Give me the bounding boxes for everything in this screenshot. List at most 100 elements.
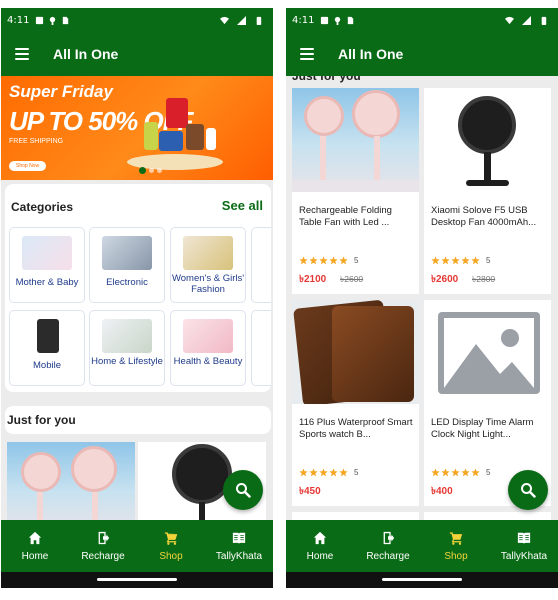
search-icon <box>521 483 536 498</box>
star-rating: 5 <box>299 256 358 265</box>
product-old-price: ৳2800 <box>472 274 496 284</box>
signal-icon <box>237 15 246 25</box>
status-bar: 4:11 <box>286 8 558 32</box>
banner-title: Super Friday <box>9 82 113 101</box>
star-icon <box>329 256 338 265</box>
product-price: ৳2600 <box>431 274 459 285</box>
category-label: Health & Beauty <box>173 356 243 367</box>
category-home-lifestyle[interactable]: Home & Lifestyle <box>89 310 165 386</box>
category-electronic[interactable]: Electronic <box>89 227 165 303</box>
product-card[interactable]: Rechargeable Folding Table Fan with Led … <box>292 88 419 294</box>
status-time: 4:11 <box>292 14 315 26</box>
home-content[interactable]: Super Friday UP TO 50% OFF FREE SHIPPING… <box>1 76 273 526</box>
carousel-indicator[interactable] <box>139 167 162 174</box>
product-image-leather-case <box>292 300 419 404</box>
sim-icon <box>63 16 69 24</box>
category-fashion[interactable]: Women's & Girls' Fashion <box>170 227 246 303</box>
product-image-pink-fan[interactable] <box>7 442 135 526</box>
health-beauty-image <box>183 319 233 353</box>
category-label: Mother & Baby <box>15 277 79 288</box>
nav-label: Shop <box>159 550 183 562</box>
star-icon <box>471 256 480 265</box>
sim-icon <box>348 16 354 24</box>
book-icon <box>232 532 246 544</box>
bottle-image <box>144 122 158 150</box>
star-icon <box>441 256 450 265</box>
star-icon <box>431 468 440 477</box>
home-lifestyle-image <box>102 319 152 353</box>
product-name: Xiaomi Solove F5 USB Desktop Fan 4000mAh… <box>431 205 537 228</box>
category-health-beauty[interactable]: Health & Beauty <box>170 310 246 386</box>
product-name: 116 Plus Waterproof Smart Sports watch B… <box>299 417 413 440</box>
search-icon <box>236 483 251 498</box>
product-card[interactable]: Xiaomi Solove F5 USB Desktop Fan 4000mAh… <box>424 88 551 294</box>
nav-tallykhata[interactable]: TallyKhata <box>205 520 273 572</box>
just-for-you-heading: Just for you <box>292 76 361 83</box>
product-feed[interactable]: Just for you Rechargeable Folding Table … <box>286 76 558 520</box>
battery-icon <box>541 16 547 25</box>
home-icon <box>313 531 327 544</box>
nav-recharge[interactable]: Recharge <box>69 520 137 572</box>
categories-card: Categories See all Mother & Baby Electro… <box>5 184 271 392</box>
gesture-bar <box>1 572 273 588</box>
nav-recharge[interactable]: Recharge <box>354 520 422 572</box>
star-icon <box>441 468 450 477</box>
rating-value: 5 <box>354 256 359 265</box>
star-icon <box>461 468 470 477</box>
recharge-icon <box>383 531 395 544</box>
product-old-price: ৳2600 <box>340 274 364 284</box>
fashion-image <box>183 236 233 270</box>
search-fab[interactable] <box>223 470 263 510</box>
search-fab[interactable] <box>508 470 548 510</box>
category-partial[interactable] <box>251 227 271 303</box>
rating-value: 5 <box>486 256 491 265</box>
star-rating: 5 <box>431 256 490 265</box>
nav-home[interactable]: Home <box>286 520 354 572</box>
cart-icon <box>164 531 178 545</box>
app-bar: All In One <box>286 32 558 76</box>
rating-value: 5 <box>354 468 359 477</box>
see-all-link[interactable]: See all <box>222 198 263 213</box>
nav-home[interactable]: Home <box>1 520 69 572</box>
star-rating: 5 <box>299 468 358 477</box>
category-mobile[interactable]: Mobile <box>9 310 85 386</box>
nav-shop[interactable]: Shop <box>137 520 205 572</box>
product-card-partial[interactable] <box>424 512 551 520</box>
mobile-image <box>37 319 59 353</box>
nav-shop[interactable]: Shop <box>422 520 490 572</box>
battery-icon <box>256 16 262 25</box>
star-icon <box>461 256 470 265</box>
category-mother-baby[interactable]: Mother & Baby <box>9 227 85 303</box>
promo-banner[interactable]: Super Friday UP TO 50% OFF FREE SHIPPING… <box>1 76 273 180</box>
product-price: ৳450 <box>299 486 321 497</box>
location-icon <box>50 16 56 25</box>
product-image-pink-fan <box>292 88 419 192</box>
app-title: All In One <box>53 46 119 62</box>
shop-now-button[interactable]: Shop Now <box>9 161 47 171</box>
star-icon <box>299 256 308 265</box>
signal-icon <box>522 15 531 25</box>
nav-tallykhata[interactable]: TallyKhata <box>490 520 558 572</box>
product-price: ৳400 <box>431 486 453 497</box>
star-icon <box>329 468 338 477</box>
product-image-black-fan <box>424 88 551 192</box>
category-partial[interactable] <box>251 310 271 386</box>
star-icon <box>339 468 348 477</box>
product-name: Rechargeable Folding Table Fan with Led … <box>299 205 392 228</box>
category-label: Home & Lifestyle <box>91 356 163 367</box>
wifi-icon <box>220 16 229 24</box>
star-icon <box>309 256 318 265</box>
menu-icon[interactable] <box>15 48 29 60</box>
category-label: Electronic <box>106 277 148 288</box>
nav-label: TallyKhata <box>500 550 548 562</box>
notification-icon <box>36 16 44 24</box>
nav-label: Home <box>306 550 334 562</box>
left-screen: 4:11 All In One Super Friday UP TO 50% O… <box>1 8 273 588</box>
status-time: 4:11 <box>7 14 30 26</box>
tube-image <box>206 128 216 150</box>
category-label: Mobile <box>33 360 61 371</box>
product-card-partial[interactable] <box>292 512 419 520</box>
recharge-icon <box>98 531 110 544</box>
product-card[interactable]: 116 Plus Waterproof Smart Sports watch B… <box>292 300 419 506</box>
menu-icon[interactable] <box>300 48 314 60</box>
